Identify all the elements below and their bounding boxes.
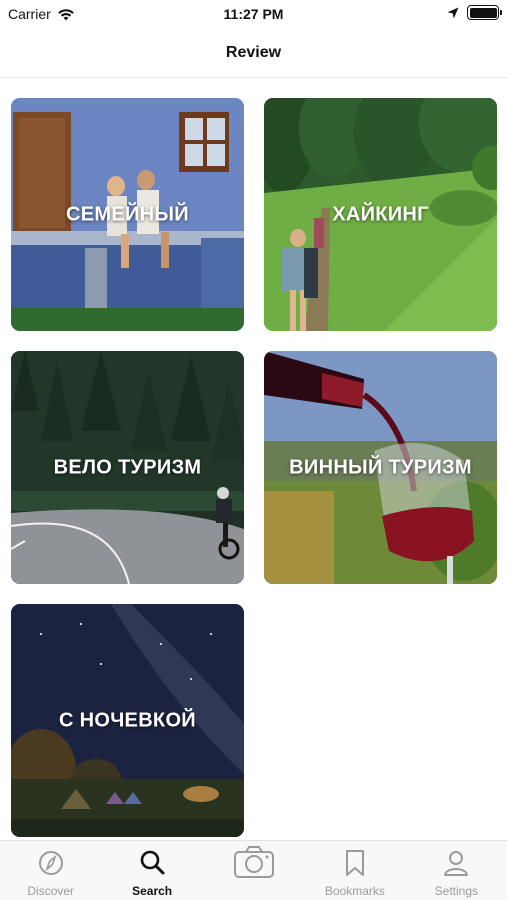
- page-title: Review: [225, 44, 282, 61]
- battery-level: [469, 7, 497, 18]
- battery-icon: [467, 5, 502, 20]
- status-bar: Carrier 11:27 PM: [0, 0, 507, 30]
- user-icon: [444, 851, 469, 876]
- compass-icon: [38, 851, 63, 875]
- category-label: ВЕЛО ТУРИЗМ: [53, 456, 202, 478]
- category-card-overnight[interactable]: С НОЧЕВКОЙ: [11, 604, 244, 837]
- category-card-wine[interactable]: ВИННЫЙ ТУРИЗМ: [264, 351, 497, 584]
- tab-settings[interactable]: Settings: [406, 841, 507, 900]
- status-right: [447, 5, 502, 20]
- category-label: С НОЧЕВКОЙ: [59, 709, 196, 731]
- category-card-cycling[interactable]: ВЕЛО ТУРИЗМ: [11, 351, 244, 584]
- category-grid: СЕМЕЙНЫЙ ХАЙКИНГ ВЕЛО ТУРИЗМ ВИННЫЙ ТУРИ…: [11, 98, 498, 838]
- bookmark-icon: [345, 850, 364, 876]
- category-card-family[interactable]: СЕМЕЙНЫЙ: [11, 98, 244, 331]
- tab-label: Settings: [434, 884, 478, 898]
- tab-search[interactable]: Search: [101, 841, 202, 900]
- navigation-bar: Review: [0, 30, 507, 78]
- tab-label: Discover: [27, 884, 75, 898]
- tab-discover[interactable]: Discover: [0, 841, 101, 900]
- category-label: СЕМЕЙНЫЙ: [66, 203, 189, 225]
- camera-icon: [233, 846, 274, 878]
- status-time: 11:27 PM: [223, 6, 284, 22]
- tab-label: Bookmarks: [324, 884, 385, 898]
- tab-bar: Discover Search Bookmarks Settings: [0, 840, 507, 900]
- location-arrow-icon: [447, 7, 459, 18]
- tab-label: Search: [132, 884, 173, 898]
- search-icon: [140, 850, 165, 875]
- tab-bookmarks[interactable]: Bookmarks: [304, 841, 405, 900]
- category-label: ХАЙКИНГ: [332, 203, 429, 225]
- category-card-hiking[interactable]: ХАЙКИНГ: [264, 98, 497, 331]
- tab-camera[interactable]: [203, 841, 304, 900]
- category-label: ВИННЫЙ ТУРИЗМ: [289, 456, 472, 478]
